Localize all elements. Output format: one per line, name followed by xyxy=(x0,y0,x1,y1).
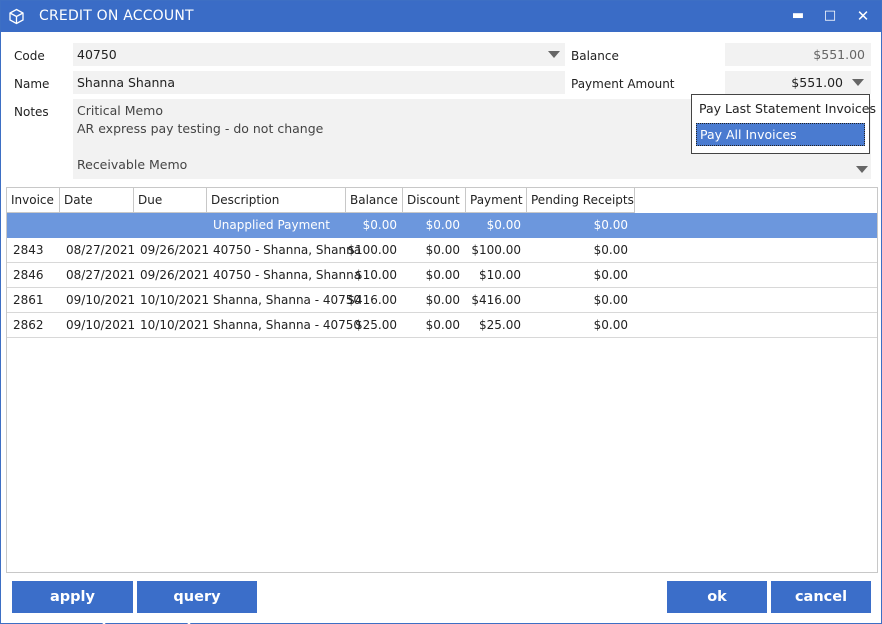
name-value: Shanna Shanna xyxy=(77,75,176,90)
grid-header: Invoice Date Due Description Balance Dis… xyxy=(7,188,635,213)
minimize-icon[interactable]: ▬ xyxy=(785,5,811,27)
column-header-balance[interactable]: Balance xyxy=(346,188,403,212)
maximize-icon[interactable]: □ xyxy=(817,5,843,27)
cell-payment: $100.00 xyxy=(471,243,521,257)
table-row[interactable]: 2843 08/27/2021 09/26/2021 40750 - Shann… xyxy=(7,238,877,263)
title-bar[interactable]: CREDIT ON ACCOUNT ▬ □ ✕ xyxy=(1,1,881,32)
chevron-down-icon[interactable] xyxy=(852,79,864,86)
cell-invoice: 2862 xyxy=(13,318,44,332)
cell-balance: $100.00 xyxy=(347,243,397,257)
cell-due: 10/10/2021 xyxy=(140,318,210,332)
code-select[interactable]: 40750 xyxy=(73,43,565,66)
cell-due: 10/10/2021 xyxy=(140,293,210,307)
notes-line: Receivable Memo xyxy=(77,157,188,172)
code-value: 40750 xyxy=(77,47,117,62)
cell-pending-receipts: $0.00 xyxy=(593,293,628,307)
cell-date: 09/10/2021 xyxy=(66,293,136,307)
notes-label: Notes xyxy=(14,105,49,119)
cell-description: 40750 - Shanna, Shanna xyxy=(213,268,362,282)
window-title: CREDIT ON ACCOUNT xyxy=(39,8,194,24)
cell-pending-receipts: $0.00 xyxy=(593,268,628,282)
table-row[interactable]: Unapplied Payment $0.00 $0.00 $0.00 $0.0… xyxy=(7,213,877,238)
cell-date: 09/10/2021 xyxy=(66,318,136,332)
cell-balance: $416.00 xyxy=(347,293,397,307)
cell-description: Shanna, Shanna - 40750 xyxy=(213,318,362,332)
column-header-discount[interactable]: Discount xyxy=(403,188,466,212)
cell-pending-receipts: $0.00 xyxy=(593,318,628,332)
cell-pending-receipts: $0.00 xyxy=(593,218,628,232)
cell-invoice: 2861 xyxy=(13,293,44,307)
ok-button[interactable]: ok xyxy=(667,581,767,613)
payment-amount-label: Payment Amount xyxy=(571,77,675,91)
name-field[interactable]: Shanna Shanna xyxy=(73,71,565,94)
cell-discount: $0.00 xyxy=(425,268,460,282)
cell-description: Unapplied Payment xyxy=(213,218,330,232)
column-header-due[interactable]: Due xyxy=(134,188,207,212)
payment-amount-value: $551.00 xyxy=(791,75,843,90)
column-header-payment[interactable]: Payment xyxy=(466,188,527,212)
code-label: Code xyxy=(14,49,45,63)
name-label: Name xyxy=(14,77,50,91)
cell-due: 09/26/2021 xyxy=(140,243,210,257)
table-row[interactable]: 2862 09/10/2021 10/10/2021 Shanna, Shann… xyxy=(7,313,877,338)
column-header-description[interactable]: Description xyxy=(207,188,346,212)
cube-icon xyxy=(9,8,24,25)
cell-payment: $10.00 xyxy=(479,268,521,282)
balance-value: $551.00 xyxy=(813,47,865,62)
cell-date: 08/27/2021 xyxy=(66,243,136,257)
cell-due: 09/26/2021 xyxy=(140,268,210,282)
notes-scroll-down-icon[interactable] xyxy=(856,166,868,173)
cell-invoice: 2846 xyxy=(13,268,44,282)
cell-discount: $0.00 xyxy=(425,218,460,232)
cell-invoice: 2843 xyxy=(13,243,44,257)
cell-discount: $0.00 xyxy=(425,243,460,257)
option-pay-all-invoices[interactable]: Pay All Invoices xyxy=(696,123,865,146)
balance-label: Balance xyxy=(571,49,619,63)
cell-description: Shanna, Shanna - 40750 xyxy=(213,293,362,307)
column-header-date[interactable]: Date xyxy=(60,188,134,212)
cell-payment: $416.00 xyxy=(471,293,521,307)
cell-balance: $10.00 xyxy=(355,268,397,282)
option-pay-last-statement[interactable]: Pay Last Statement Invoices xyxy=(696,98,876,121)
credit-on-account-window: CREDIT ON ACCOUNT ▬ □ ✕ Code 40750 Name … xyxy=(0,0,882,624)
query-customer-button[interactable]: query customer xyxy=(137,581,257,624)
close-icon[interactable]: ✕ xyxy=(850,5,876,27)
table-row[interactable]: 2846 08/27/2021 09/26/2021 40750 - Shann… xyxy=(7,263,877,288)
payment-mode-dropdown: Pay Last Statement Invoices Pay All Invo… xyxy=(691,94,876,154)
cell-description: 40750 - Shanna, Shanna xyxy=(213,243,362,257)
apply-payment-button[interactable]: apply payment xyxy=(12,581,133,624)
balance-field: $551.00 xyxy=(725,43,871,66)
cell-payment: $25.00 xyxy=(479,318,521,332)
chevron-down-icon[interactable] xyxy=(548,51,560,58)
cell-pending-receipts: $0.00 xyxy=(593,243,628,257)
invoice-grid: Invoice Date Due Description Balance Dis… xyxy=(6,187,878,573)
payment-amount-select[interactable]: $551.00 xyxy=(725,71,871,94)
cell-discount: $0.00 xyxy=(425,293,460,307)
cell-payment: $0.00 xyxy=(486,218,521,232)
cancel-button[interactable]: cancel xyxy=(771,581,871,613)
column-header-invoice[interactable]: Invoice xyxy=(7,188,60,212)
cell-balance: $25.00 xyxy=(355,318,397,332)
cell-date: 08/27/2021 xyxy=(66,268,136,282)
table-row[interactable]: 2861 09/10/2021 10/10/2021 Shanna, Shann… xyxy=(7,288,877,313)
cell-balance: $0.00 xyxy=(362,218,397,232)
column-header-pending-receipts[interactable]: Pending Receipts xyxy=(527,188,635,212)
cell-discount: $0.00 xyxy=(425,318,460,332)
